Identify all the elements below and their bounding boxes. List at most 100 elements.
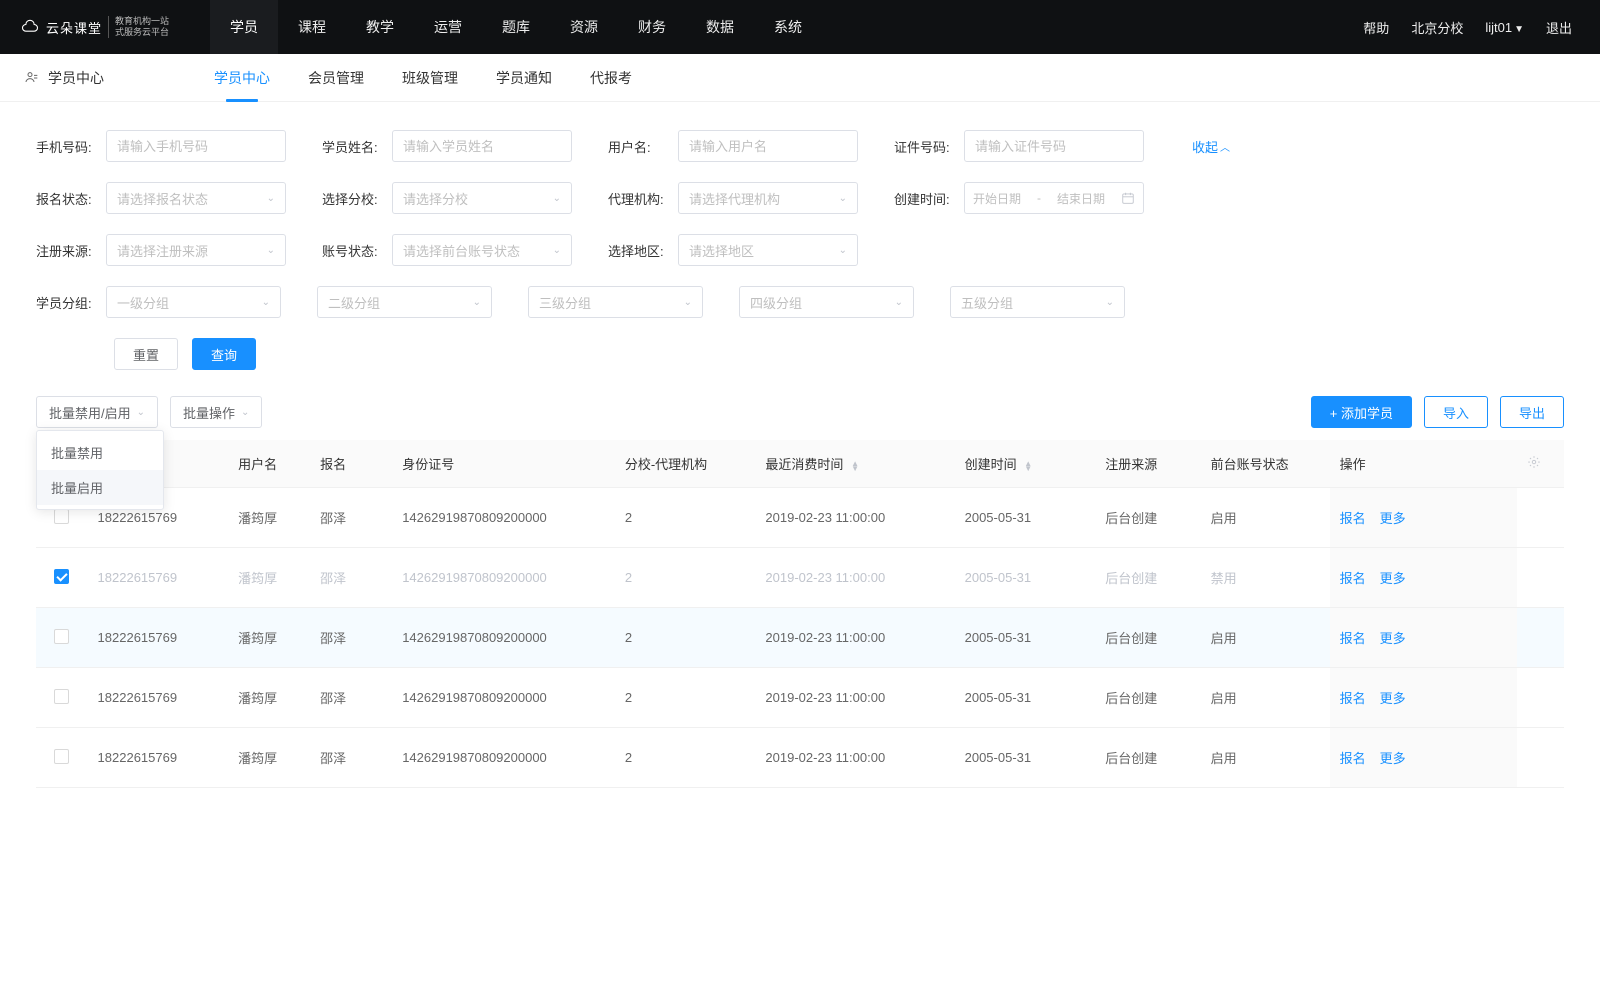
chevron-down-icon: ⌄ xyxy=(839,245,847,256)
sub-nav-tab-3[interactable]: 学员通知 xyxy=(496,54,552,102)
branch-select[interactable]: 请选择分校⌄ xyxy=(392,182,572,214)
sub-nav-tab-2[interactable]: 班级管理 xyxy=(402,54,458,102)
top-nav: 云朵课堂 教育机构一站 式服务云平台 学员课程教学运营题库资源财务数据系统 帮助… xyxy=(0,0,1600,54)
cell-username: 潘筠厚 xyxy=(228,488,310,548)
agency-select[interactable]: 请选择代理机构⌄ xyxy=(678,182,858,214)
cell-created: 2005-05-31 xyxy=(955,728,1096,788)
cell-created: 2005-05-31 xyxy=(955,548,1096,608)
acct-status-select[interactable]: 请选择前台账号状态⌄ xyxy=(392,234,572,266)
cell-acct-status: 启用 xyxy=(1201,728,1330,788)
top-nav-item-8[interactable]: 系统 xyxy=(754,0,822,54)
collapse-toggle[interactable]: 收起 ︿ xyxy=(1192,137,1230,156)
top-nav-item-6[interactable]: 财务 xyxy=(618,0,686,54)
row-checkbox[interactable] xyxy=(54,749,69,764)
help-link[interactable]: 帮助 xyxy=(1363,18,1389,37)
action-signup[interactable]: 报名 xyxy=(1340,571,1366,586)
row-checkbox[interactable] xyxy=(54,569,69,584)
row-checkbox[interactable] xyxy=(54,689,69,704)
cell-actions: 报名更多 xyxy=(1330,548,1517,608)
cell-idno: 14262919870809200000 xyxy=(392,488,615,548)
cell-gear xyxy=(1517,728,1564,788)
cell-idno: 14262919870809200000 xyxy=(392,548,615,608)
cell-phone: 18222615769 xyxy=(88,668,229,728)
created-label: 创建时间: xyxy=(894,189,954,208)
group-level-5-select[interactable]: 五级分组⌄ xyxy=(950,286,1125,318)
cell-acct-status: 启用 xyxy=(1201,488,1330,548)
cell-signup: 邵泽 xyxy=(310,488,392,548)
name-input[interactable] xyxy=(392,130,572,162)
cell-phone: 18222615769 xyxy=(88,608,229,668)
top-nav-item-3[interactable]: 运营 xyxy=(414,0,482,54)
row-checkbox[interactable] xyxy=(54,509,69,524)
sub-nav-tab-1[interactable]: 会员管理 xyxy=(308,54,364,102)
add-student-button[interactable]: + 添加学员 xyxy=(1311,396,1412,428)
top-nav-item-0[interactable]: 学员 xyxy=(210,0,278,54)
cell-idno: 14262919870809200000 xyxy=(392,668,615,728)
col-acct-status: 前台账号状态 xyxy=(1201,440,1330,488)
students-table: 用户名 报名 身份证号 分校-代理机构 最近消费时间 ▲▼ 创建时间 ▲▼ 注册… xyxy=(36,440,1564,788)
group-level-2-select[interactable]: 二级分组⌄ xyxy=(317,286,492,318)
group-level-1-select[interactable]: 一级分组⌄ xyxy=(106,286,281,318)
cell-acct-status: 启用 xyxy=(1201,608,1330,668)
action-more[interactable]: 更多 xyxy=(1380,571,1406,586)
group-level-4-select[interactable]: 四级分组⌄ xyxy=(739,286,914,318)
action-more[interactable]: 更多 xyxy=(1380,691,1406,706)
search-button[interactable]: 查询 xyxy=(192,338,256,370)
chevron-down-icon: ⌄ xyxy=(1106,297,1114,308)
top-nav-item-7[interactable]: 数据 xyxy=(686,0,754,54)
person-icon xyxy=(24,70,40,86)
col-last-spend[interactable]: 最近消费时间 ▲▼ xyxy=(755,440,954,488)
cell-reg-source: 后台创建 xyxy=(1095,668,1200,728)
action-more[interactable]: 更多 xyxy=(1380,631,1406,646)
sub-nav-tab-4[interactable]: 代报考 xyxy=(590,54,632,102)
signup-status-select[interactable]: 请选择报名状态⌄ xyxy=(106,182,286,214)
user-menu[interactable]: lijt01▼ xyxy=(1485,20,1524,35)
top-nav-item-5[interactable]: 资源 xyxy=(550,0,618,54)
cell-last-spend: 2019-02-23 11:00:00 xyxy=(755,488,954,548)
reg-source-select[interactable]: 请选择注册来源⌄ xyxy=(106,234,286,266)
bulk-ops-dropdown[interactable]: 批量操作 ⌄ xyxy=(170,396,262,428)
group-level-3-select[interactable]: 三级分组⌄ xyxy=(528,286,703,318)
chevron-down-icon: ⌄ xyxy=(137,407,145,418)
action-signup[interactable]: 报名 xyxy=(1340,751,1366,766)
top-nav-item-1[interactable]: 课程 xyxy=(278,0,346,54)
action-more[interactable]: 更多 xyxy=(1380,751,1406,766)
col-created[interactable]: 创建时间 ▲▼ xyxy=(955,440,1096,488)
chevron-down-icon: ⌄ xyxy=(839,193,847,204)
cell-gear xyxy=(1517,548,1564,608)
chevron-down-icon: ⌄ xyxy=(267,193,275,204)
bulk-toggle-dropdown[interactable]: 批量禁用/启用 ⌄ xyxy=(36,396,158,428)
cell-actions: 报名更多 xyxy=(1330,608,1517,668)
chevron-down-icon: ⌄ xyxy=(895,297,903,308)
cell-reg-source: 后台创建 xyxy=(1095,488,1200,548)
bulk-enable-item[interactable]: 批量启用 xyxy=(37,470,163,505)
chevron-down-icon: ⌄ xyxy=(262,297,270,308)
top-nav-item-2[interactable]: 教学 xyxy=(346,0,414,54)
reset-button[interactable]: 重置 xyxy=(114,338,178,370)
col-reg-source: 注册来源 xyxy=(1095,440,1200,488)
top-nav-right: 帮助 北京分校 lijt01▼ 退出 xyxy=(1363,18,1572,37)
name-label: 学员姓名: xyxy=(322,137,382,156)
phone-label: 手机号码: xyxy=(36,137,96,156)
cell-last-spend: 2019-02-23 11:00:00 xyxy=(755,548,954,608)
branch-link[interactable]: 北京分校 xyxy=(1411,18,1463,37)
row-checkbox[interactable] xyxy=(54,629,69,644)
bulk-disable-item[interactable]: 批量禁用 xyxy=(37,435,163,470)
logout-link[interactable]: 退出 xyxy=(1546,18,1572,37)
export-button[interactable]: 导出 xyxy=(1500,396,1564,428)
action-more[interactable]: 更多 xyxy=(1380,511,1406,526)
region-select[interactable]: 请选择地区⌄ xyxy=(678,234,858,266)
phone-input[interactable] xyxy=(106,130,286,162)
gear-icon[interactable] xyxy=(1527,457,1541,472)
action-signup[interactable]: 报名 xyxy=(1340,631,1366,646)
sub-nav-tab-0[interactable]: 学员中心 xyxy=(214,54,270,102)
import-button[interactable]: 导入 xyxy=(1424,396,1488,428)
username-input[interactable] xyxy=(678,130,858,162)
acct-status-label: 账号状态: xyxy=(322,241,382,260)
action-signup[interactable]: 报名 xyxy=(1340,511,1366,526)
cell-actions: 报名更多 xyxy=(1330,488,1517,548)
created-date-range[interactable]: 开始日期 - 结束日期 xyxy=(964,182,1144,214)
idno-input[interactable] xyxy=(964,130,1144,162)
top-nav-item-4[interactable]: 题库 xyxy=(482,0,550,54)
action-signup[interactable]: 报名 xyxy=(1340,691,1366,706)
